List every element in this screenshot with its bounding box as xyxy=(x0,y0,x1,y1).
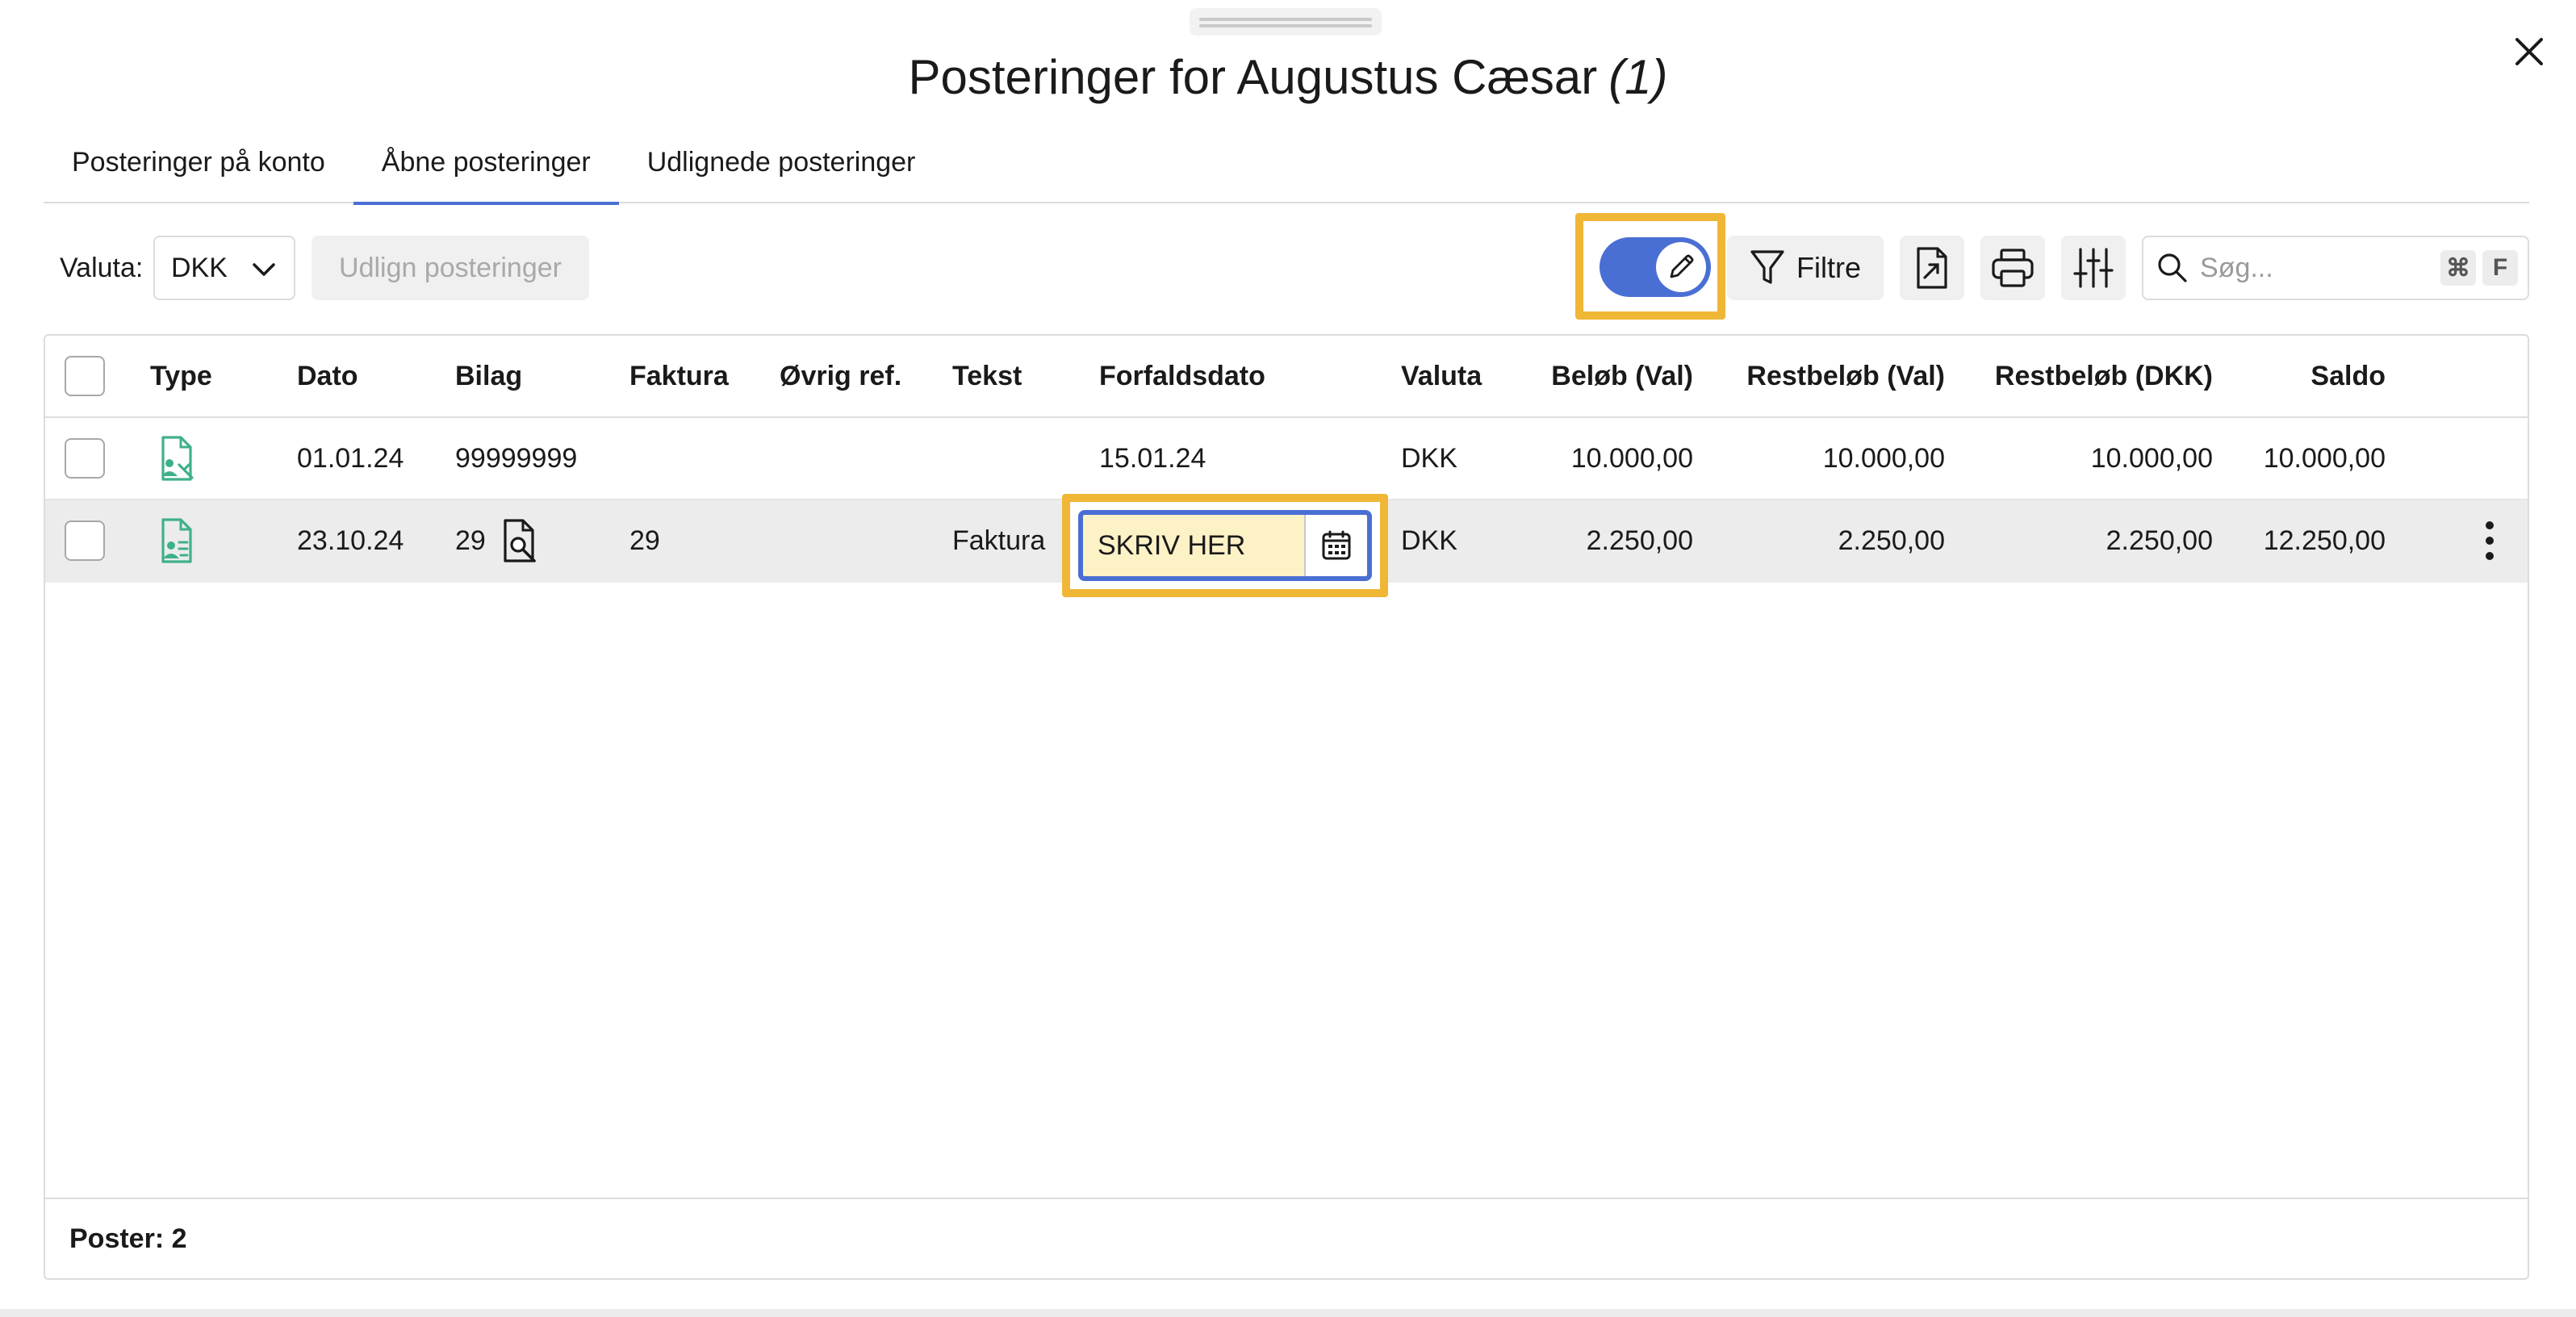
row-select-cell xyxy=(65,418,105,499)
column-settings-button[interactable] xyxy=(2061,236,2126,300)
column-header-faktura[interactable]: Faktura xyxy=(629,336,729,416)
invoice-document-icon xyxy=(161,518,192,563)
settle-postings-button[interactable]: Udlign posteringer xyxy=(312,236,589,300)
column-header-restbelob-val[interactable]: Restbeløb (Val) xyxy=(1708,336,1945,416)
column-header-saldo[interactable]: Saldo xyxy=(2224,336,2386,416)
search-box: ⌘ F xyxy=(2142,236,2529,300)
tab-posteringer-paa-konto[interactable]: Posteringer på konto xyxy=(44,129,353,203)
bilag-cell: 99999999 xyxy=(455,442,578,474)
tab-udlignede-posteringer[interactable]: Udlignede posteringer xyxy=(619,129,944,203)
table-header: Type Dato Bilag Faktura Øvrig ref. Tekst… xyxy=(45,336,2528,418)
column-header-type[interactable]: Type xyxy=(150,336,212,416)
row-checkbox[interactable] xyxy=(65,521,105,561)
dato-cell: 01.01.24 xyxy=(297,442,404,474)
row-menu-button[interactable] xyxy=(2469,500,2510,581)
date-picker-button[interactable] xyxy=(1304,515,1367,576)
type-cell xyxy=(155,418,197,499)
restbelob-dkk-cell: 10.000,00 xyxy=(2090,442,2213,474)
printer-icon xyxy=(1992,249,2034,287)
bilag-value: 29 xyxy=(455,525,486,556)
column-header-dato[interactable]: Dato xyxy=(297,336,358,416)
postings-table: Type Dato Bilag Faktura Øvrig ref. Tekst… xyxy=(44,334,2529,1280)
faktura-cell: 29 xyxy=(629,525,660,556)
tab-bar: Posteringer på konto Åbne posteringer Ud… xyxy=(44,129,2529,205)
select-all-cell xyxy=(65,336,105,416)
currency-label: Valuta: xyxy=(60,253,144,283)
search-icon xyxy=(2158,253,2187,282)
table-row[interactable]: 01.01.24 99999999 15.01.24 DKK 10.000,00… xyxy=(45,418,2528,500)
tab-aabne-posteringer[interactable]: Åbne posteringer xyxy=(353,129,619,205)
export-document-icon xyxy=(1917,247,1947,289)
belob-val-cell: 10.000,00 xyxy=(1570,442,1693,474)
dato-cell: 23.10.24 xyxy=(297,525,404,556)
customer-document-icon xyxy=(161,436,194,481)
dialog-title: Posteringer for Augustus Cæsar (1) xyxy=(0,45,2576,110)
sliders-icon xyxy=(2073,248,2114,288)
edit-mode-highlight xyxy=(1575,213,1725,320)
restbelob-dkk-cell: 2.250,00 xyxy=(2106,525,2213,556)
belob-val-cell: 2.250,00 xyxy=(1586,525,1693,556)
dialog-title-count: (1) xyxy=(1608,50,1668,104)
shortcut-f-key: F xyxy=(2482,250,2518,286)
dialog-title-text: Posteringer for Augustus Cæsar xyxy=(908,50,1598,104)
saldo-cell: 12.250,00 xyxy=(2263,525,2386,556)
bilag-cell: 29 xyxy=(455,500,539,581)
filter-icon xyxy=(1750,250,1784,284)
filter-button[interactable]: Filtre xyxy=(1727,236,1884,300)
filter-button-label: Filtre xyxy=(1796,251,1861,284)
forfaldsdato-cell: 15.01.24 xyxy=(1099,442,1206,474)
shortcut-cmd-key: ⌘ xyxy=(2440,250,2476,286)
currency-select-value: DKK xyxy=(171,252,228,283)
row-checkbox[interactable] xyxy=(65,438,105,479)
column-header-ovrig-ref[interactable]: Øvrig ref. xyxy=(780,336,901,416)
due-date-edit-highlight xyxy=(1062,494,1388,597)
due-date-input[interactable] xyxy=(1083,529,1301,562)
select-all-checkbox[interactable] xyxy=(65,356,105,396)
restbelob-val-cell: 2.250,00 xyxy=(1838,525,1945,556)
column-header-forfaldsdato[interactable]: Forfaldsdato xyxy=(1099,336,1265,416)
column-header-bilag[interactable]: Bilag xyxy=(455,336,522,416)
print-button[interactable] xyxy=(1980,236,2045,300)
view-voucher-icon[interactable] xyxy=(500,517,539,564)
drag-handle[interactable] xyxy=(1190,8,1382,36)
valuta-cell: DKK xyxy=(1401,442,1457,474)
edit-mode-toggle[interactable] xyxy=(1600,237,1711,297)
type-cell xyxy=(155,500,197,581)
search-input[interactable] xyxy=(2200,252,2434,284)
valuta-cell: DKK xyxy=(1401,525,1457,556)
calendar-icon xyxy=(1322,530,1351,560)
more-vertical-icon xyxy=(2486,521,2494,560)
restbelob-val-cell: 10.000,00 xyxy=(1822,442,1945,474)
due-date-field xyxy=(1078,510,1372,581)
column-header-valuta[interactable]: Valuta xyxy=(1401,336,1482,416)
column-header-tekst[interactable]: Tekst xyxy=(952,336,1022,416)
saldo-cell: 10.000,00 xyxy=(2263,442,2386,474)
toggle-knob xyxy=(1656,242,1706,292)
row-select-cell xyxy=(65,500,105,581)
currency-select[interactable]: DKK xyxy=(153,236,295,300)
column-header-belob-val[interactable]: Beløb (Val) xyxy=(1514,336,1693,416)
chevron-down-icon xyxy=(253,263,275,276)
pencil-icon xyxy=(1670,254,1694,278)
dialog: Posteringer for Augustus Cæsar (1) Poster… xyxy=(0,0,2576,1309)
column-header-restbelob-dkk[interactable]: Restbeløb (DKK) xyxy=(1958,336,2213,416)
export-button[interactable] xyxy=(1900,236,1964,300)
table-footer: Poster: 2 xyxy=(45,1198,2528,1278)
tekst-cell: Faktura xyxy=(952,525,1046,556)
